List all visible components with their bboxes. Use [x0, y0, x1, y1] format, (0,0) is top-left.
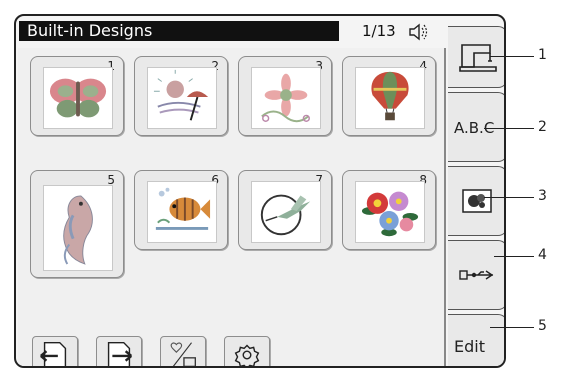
design-grid: 1 2 3 4 5 6 7 8 [18, 48, 446, 366]
callout-line-3 [484, 197, 534, 198]
embroidery-screen: Built-in Designs 1/13 1 2 3 4 5 6 7 8 A.… [14, 14, 506, 368]
flower-bouquet-icon [355, 181, 425, 243]
design-tile-4[interactable]: 4 [342, 56, 436, 136]
butterfly-icon [43, 67, 113, 129]
usb-icon [459, 270, 494, 280]
fish-icon [147, 181, 217, 243]
callout-line-4 [494, 256, 534, 257]
page-indicator: 1/13 [362, 22, 396, 40]
tab-edit[interactable]: Edit [448, 314, 504, 366]
design-tile-7[interactable]: 7 [238, 170, 332, 250]
design-tile-2[interactable]: 2 [134, 56, 228, 136]
design-tile-1[interactable]: 1 [30, 56, 124, 136]
next-page-button[interactable] [96, 336, 142, 366]
hot-air-balloon-icon [355, 67, 425, 129]
callout-number-4: 4 [538, 247, 547, 263]
favorite-save-button[interactable] [160, 336, 206, 366]
hummingbird-icon [251, 181, 321, 243]
tab-sewing-machine[interactable] [448, 26, 504, 88]
design-tile-8[interactable]: 8 [342, 170, 436, 250]
callout-line-2 [484, 128, 534, 129]
title-bar: Built-in Designs [19, 21, 339, 41]
favorite-save-icon [170, 342, 196, 366]
design-tile-3[interactable]: 3 [238, 56, 332, 136]
flower-swirl-icon [251, 67, 321, 129]
memory-design-icon [462, 189, 492, 213]
callout-number-2: 2 [538, 119, 547, 135]
callout-line-1 [490, 56, 534, 57]
page-next-icon [107, 341, 133, 366]
previous-page-button[interactable] [32, 336, 78, 366]
beach-umbrella-icon [147, 67, 217, 129]
page-previous-icon [40, 341, 67, 366]
design-tile-6[interactable]: 6 [134, 170, 228, 250]
tab-usb-import[interactable] [448, 240, 504, 310]
speaker-icon[interactable] [408, 23, 430, 41]
settings-gear-icon [234, 344, 260, 366]
callout-number-1: 1 [538, 47, 547, 63]
design-tile-5[interactable]: 5 [30, 170, 124, 278]
tab-abc-lettering[interactable]: A.B.C [448, 92, 504, 162]
tab-edit-label: Edit [454, 337, 485, 356]
callout-number-5: 5 [538, 318, 547, 334]
settings-button[interactable] [224, 336, 270, 366]
callout-line-5 [490, 327, 534, 328]
tab-memory-designs[interactable] [448, 166, 504, 236]
parrot-icon [43, 185, 113, 271]
callout-number-3: 3 [538, 188, 547, 204]
